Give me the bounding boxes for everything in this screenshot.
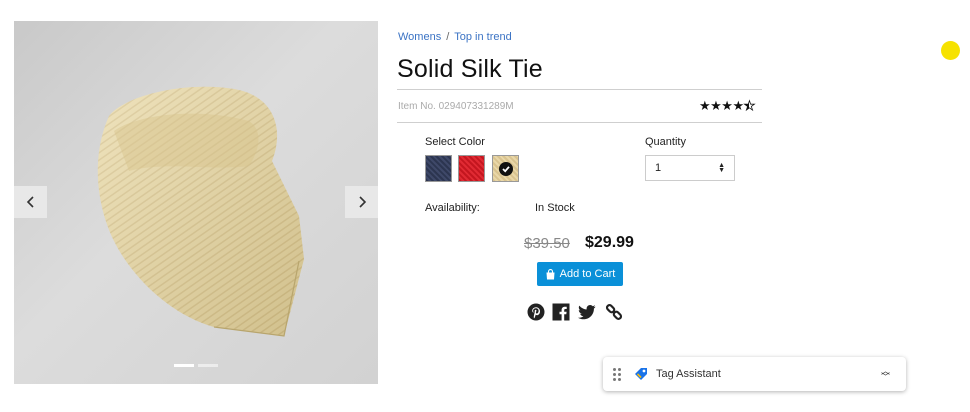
tag-assistant-panel[interactable]: Tag Assistant ︿ ﹀ (603, 357, 906, 391)
original-price: $39.50 (524, 235, 570, 252)
quantity-value: 1 (655, 162, 662, 174)
product-gallery (14, 21, 378, 384)
color-swatch-navy[interactable] (425, 155, 452, 182)
breadcrumb-item-top-in-trend[interactable]: Top in trend (454, 31, 511, 43)
twitter-icon[interactable] (578, 303, 596, 321)
gallery-next-button[interactable] (345, 186, 378, 218)
gallery-pagination (174, 364, 218, 367)
shopping-bag-icon (546, 268, 555, 279)
quantity-label: Quantity (645, 136, 686, 148)
add-to-cart-button[interactable]: Add to Cart (537, 262, 623, 286)
gallery-dot[interactable] (198, 364, 218, 367)
facebook-icon[interactable] (552, 303, 570, 321)
drag-handle-icon[interactable] (613, 367, 621, 381)
product-title: Solid Silk Tie (397, 55, 543, 83)
breadcrumb: Womens / Top in trend (398, 31, 512, 43)
collapse-icon[interactable]: ︿ ﹀ (881, 367, 890, 382)
divider (397, 122, 762, 123)
chevron-left-icon (26, 196, 34, 208)
rating-stars: ★★★★★ (699, 98, 756, 114)
link-icon[interactable] (605, 303, 623, 321)
select-color-label: Select Color (425, 136, 485, 148)
availability-label: Availability: (425, 202, 480, 214)
check-icon (498, 161, 513, 176)
select-arrows-icon: ▲ ▼ (718, 162, 725, 174)
add-to-cart-label: Add to Cart (559, 268, 616, 280)
tag-assistant-icon (635, 368, 647, 380)
tag-assistant-label: Tag Assistant (656, 368, 721, 380)
gallery-dot[interactable] (174, 364, 194, 367)
sale-price: $29.99 (585, 234, 634, 251)
item-number: Item No. 029407331289M (398, 101, 514, 112)
availability-value: In Stock (535, 202, 575, 214)
quantity-select[interactable]: 1 ▲ ▼ (645, 155, 735, 181)
divider (397, 89, 762, 90)
color-swatch-gold[interactable] (492, 155, 519, 182)
pinterest-icon[interactable] (527, 303, 545, 321)
gallery-prev-button[interactable] (14, 186, 47, 218)
product-image (97, 86, 304, 337)
star-full-icons: ★★★★ (699, 98, 744, 113)
star-half-icon: ★ (743, 98, 755, 114)
color-swatch-red[interactable] (458, 155, 485, 182)
breadcrumb-separator: / (446, 31, 450, 43)
chevron-right-icon (358, 196, 366, 208)
status-indicator-dot (941, 41, 960, 60)
breadcrumb-item-womens[interactable]: Womens (398, 31, 441, 43)
